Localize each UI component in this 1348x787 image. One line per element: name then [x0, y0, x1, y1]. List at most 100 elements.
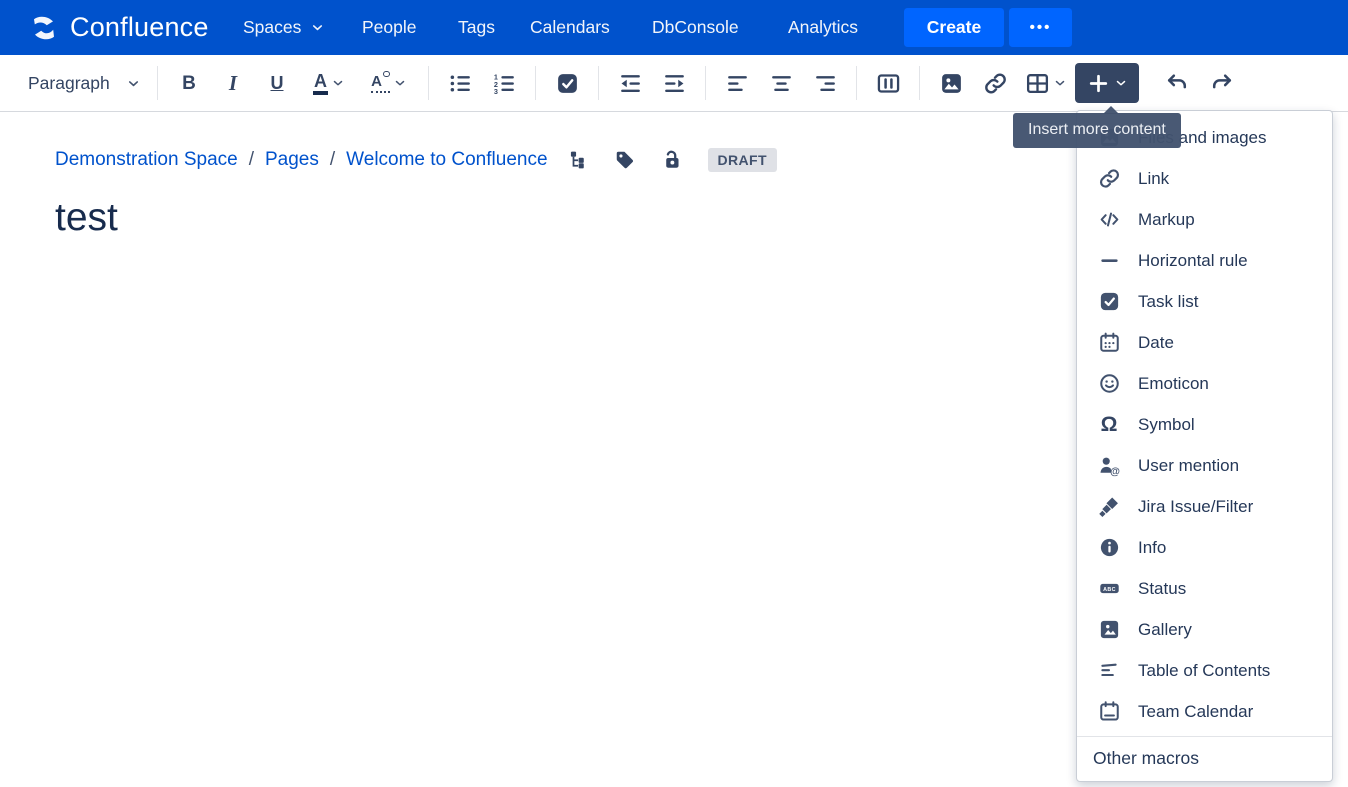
- nav-item-analytics[interactable]: Analytics: [788, 0, 858, 55]
- paragraph-style-select[interactable]: Paragraph: [28, 73, 148, 94]
- breadcrumb-separator: /: [248, 149, 254, 170]
- align-right-button[interactable]: [803, 64, 847, 102]
- menu-item-emoticon[interactable]: Emoticon: [1077, 363, 1332, 404]
- jira-icon: [1097, 495, 1121, 519]
- brand-name: Confluence: [70, 12, 209, 42]
- task-list-icon: [555, 71, 580, 96]
- menu-item-label: Task list: [1138, 291, 1199, 311]
- menu-item-symbol[interactable]: Ω Symbol: [1077, 404, 1332, 445]
- toolbar-separator: [598, 66, 599, 100]
- menu-item-link[interactable]: Link: [1077, 158, 1332, 199]
- more-formatting-button[interactable]: A: [359, 64, 419, 102]
- toolbar-separator: [535, 66, 536, 100]
- menu-item-gallery[interactable]: Gallery: [1077, 609, 1332, 650]
- menu-item-horizontal-rule[interactable]: Horizontal rule: [1077, 240, 1332, 281]
- bold-button[interactable]: B: [167, 64, 211, 102]
- nav-item-tags[interactable]: Tags: [458, 0, 495, 55]
- menu-item-label: Emoticon: [1138, 373, 1209, 393]
- nav-item-label: Analytics: [788, 17, 859, 37]
- page-title[interactable]: test: [55, 196, 118, 240]
- align-center-button[interactable]: [759, 64, 803, 102]
- plus-icon: [1086, 71, 1111, 96]
- menu-item-label: Table of Contents: [1138, 660, 1271, 680]
- underline-button[interactable]: U: [255, 64, 299, 102]
- gallery-icon: [1097, 618, 1121, 642]
- insert-link-button[interactable]: [973, 64, 1017, 102]
- numbered-list-button[interactable]: 123: [482, 64, 526, 102]
- italic-icon: I: [228, 70, 238, 95]
- markup-icon: [1097, 208, 1121, 232]
- paragraph-style-value: Paragraph: [28, 72, 110, 93]
- nav-item-calendars[interactable]: Calendars: [530, 0, 610, 55]
- redo-icon: [1209, 71, 1234, 96]
- nav-item-people[interactable]: People: [362, 0, 417, 55]
- toolbar-separator: [428, 66, 429, 100]
- menu-item-task-list[interactable]: Task list: [1077, 281, 1332, 322]
- menu-item-table-of-contents[interactable]: Table of Contents: [1077, 650, 1332, 691]
- nav-more-button[interactable]: •••: [1009, 8, 1072, 47]
- menu-item-info[interactable]: Info: [1077, 527, 1332, 568]
- menu-item-status[interactable]: ABC Status: [1077, 568, 1332, 609]
- label-tag-icon[interactable]: [614, 149, 636, 171]
- insert-more-content-button[interactable]: [1075, 63, 1139, 103]
- page-layout-icon: [876, 71, 901, 96]
- other-macros-link[interactable]: Other macros: [1093, 748, 1199, 768]
- nav-item-label: Spaces: [243, 17, 302, 37]
- toolbar-separator: [157, 66, 158, 100]
- chevron-down-icon: [393, 76, 407, 90]
- outdent-button[interactable]: [608, 64, 652, 102]
- menu-item-jira-issue-filter[interactable]: Jira Issue/Filter: [1077, 486, 1332, 527]
- menu-item-label: Symbol: [1138, 414, 1195, 434]
- chevron-down-icon: [331, 76, 345, 90]
- undo-button[interactable]: [1155, 64, 1199, 102]
- bold-icon: B: [182, 72, 196, 94]
- breadcrumb-link[interactable]: Pages: [265, 149, 319, 171]
- menu-item-user-mention[interactable]: @ User mention: [1077, 445, 1332, 486]
- menu-item-label: Team Calendar: [1138, 701, 1254, 721]
- redo-button[interactable]: [1199, 64, 1243, 102]
- table-icon: [1025, 71, 1050, 96]
- menu-item-label: Gallery: [1138, 619, 1192, 639]
- menu-item-label: Link: [1138, 168, 1170, 188]
- menu-item-markup[interactable]: Markup: [1077, 199, 1332, 240]
- unlock-icon[interactable]: [660, 149, 682, 171]
- menu-item-team-calendar[interactable]: Team Calendar: [1077, 691, 1332, 732]
- page-meta-icons: [568, 149, 682, 171]
- menu-item-date[interactable]: Date: [1077, 322, 1332, 363]
- align-left-button[interactable]: [715, 64, 759, 102]
- bullet-list-button[interactable]: [438, 64, 482, 102]
- breadcrumb-link[interactable]: Demonstration Space: [55, 149, 238, 171]
- insert-table-button[interactable]: [1017, 64, 1075, 102]
- breadcrumb: Demonstration Space / Pages / Welcome to Con…: [55, 148, 777, 172]
- nav-item-spaces[interactable]: Spaces: [243, 0, 325, 55]
- ellipsis-icon: •••: [1029, 19, 1052, 36]
- task-list-button[interactable]: [545, 64, 589, 102]
- more-formatting-icon: A: [371, 70, 390, 93]
- page-tree-icon[interactable]: [568, 149, 590, 171]
- nav-item-label: Calendars: [530, 17, 610, 37]
- insert-more-content-tooltip: Insert more content: [1013, 106, 1181, 148]
- menu-item-label: Jira Issue/Filter: [1138, 496, 1254, 516]
- horizontal-rule-icon: [1097, 249, 1121, 273]
- svg-text:3: 3: [493, 87, 497, 96]
- svg-text:ABC: ABC: [1103, 587, 1116, 593]
- status-icon: ABC: [1097, 577, 1121, 601]
- breadcrumb-links: Demonstration Space / Pages / Welcome to Con…: [55, 149, 548, 171]
- team-calendar-icon: [1097, 700, 1121, 724]
- nav-item-label: Tags: [458, 17, 495, 37]
- italic-button[interactable]: I: [211, 64, 255, 102]
- confluence-editor-screen: Confluence Spaces People Tags Calendars DbCo…: [0, 0, 1348, 787]
- create-button[interactable]: Create: [904, 8, 1004, 47]
- chevron-down-icon: [1053, 76, 1067, 90]
- indent-button[interactable]: [652, 64, 696, 102]
- breadcrumb-link[interactable]: Welcome to Confluence: [346, 149, 547, 171]
- app-logo[interactable]: Confluence: [28, 0, 209, 55]
- date-icon: [1097, 331, 1121, 355]
- indent-icon: [662, 71, 687, 96]
- text-color-button[interactable]: A: [299, 64, 359, 102]
- align-center-icon: [769, 71, 794, 96]
- insert-image-button[interactable]: [929, 64, 973, 102]
- page-layout-button[interactable]: [866, 64, 910, 102]
- nav-item-dbconsole[interactable]: DbConsole: [652, 0, 739, 55]
- table-of-contents-icon: [1097, 659, 1121, 683]
